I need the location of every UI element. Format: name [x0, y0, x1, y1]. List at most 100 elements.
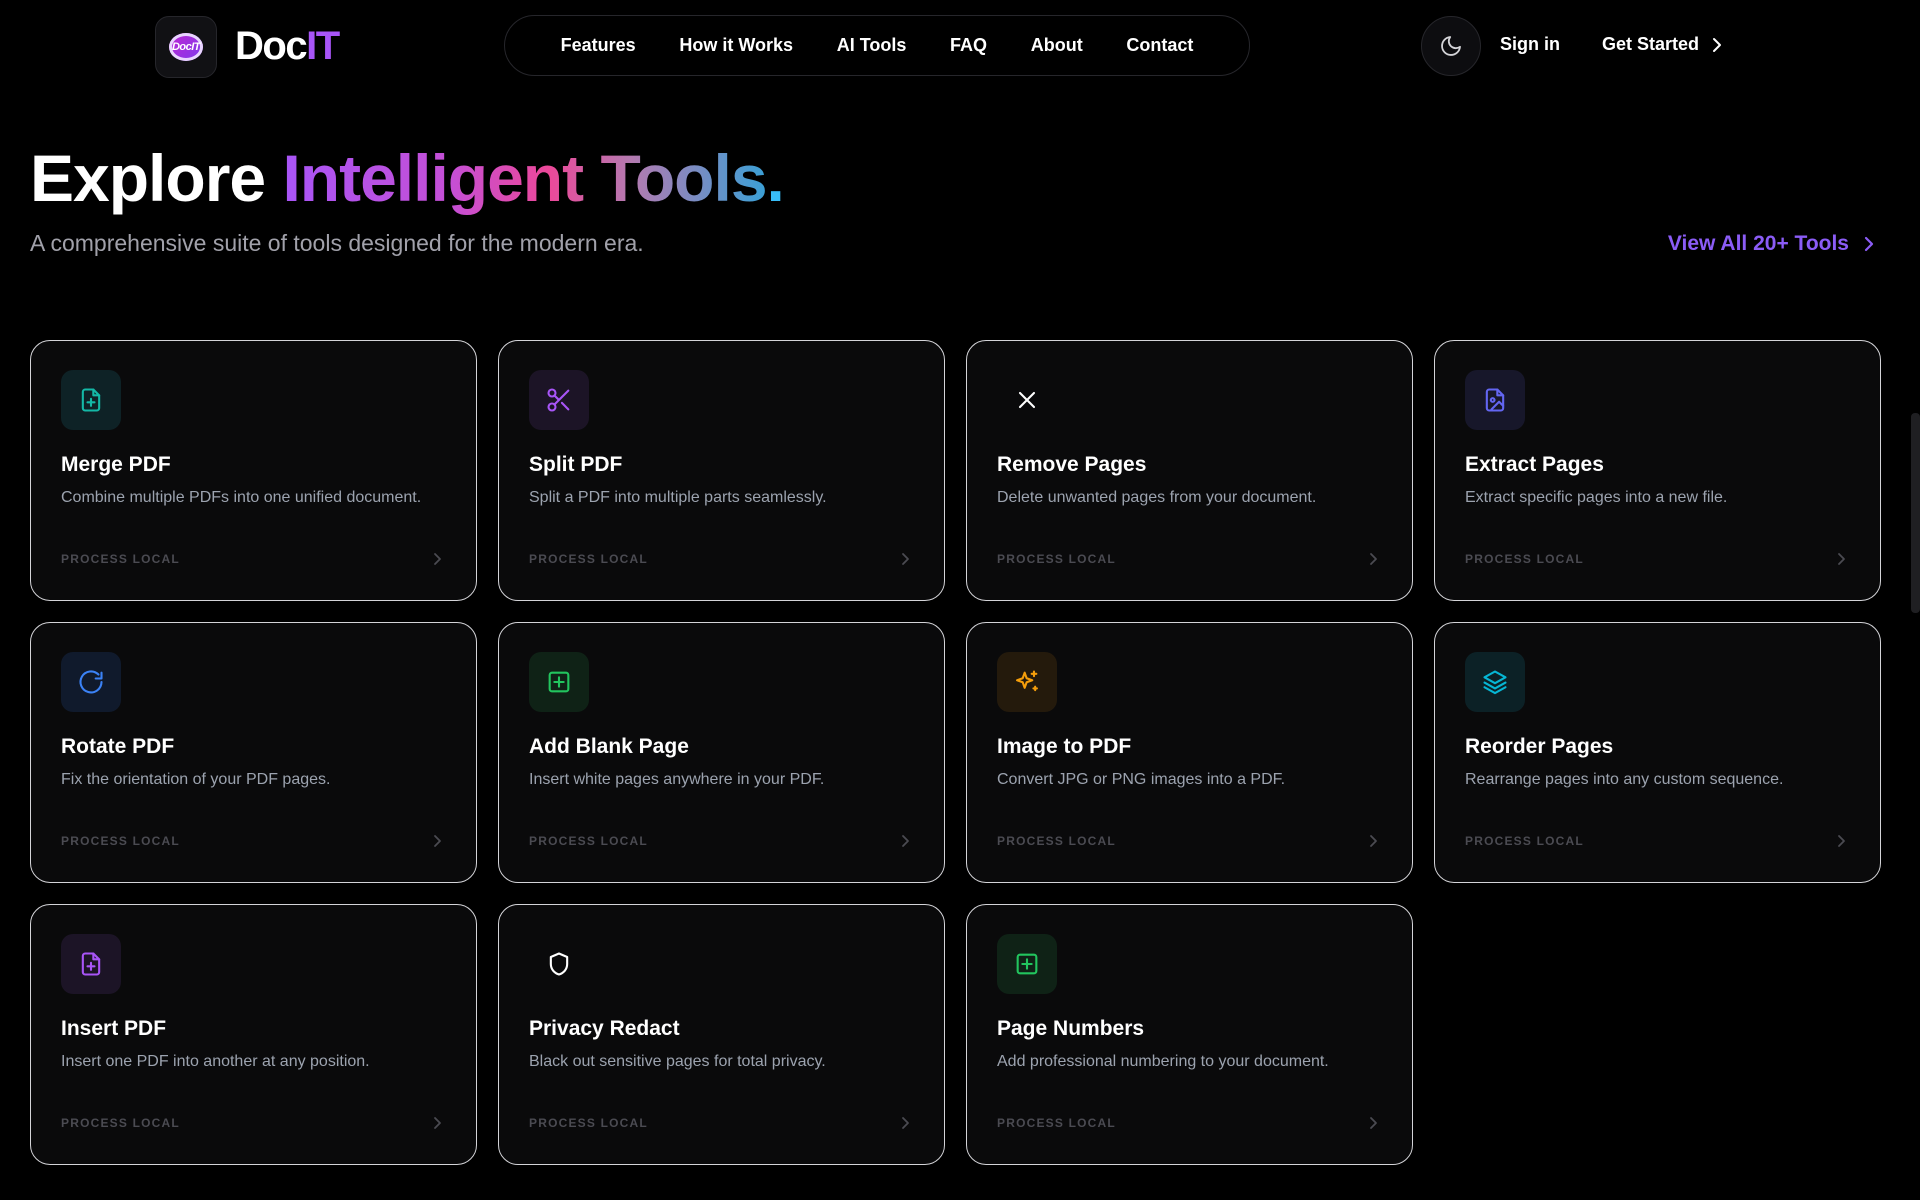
chevron-right-icon: [900, 552, 910, 571]
chevron-right-icon: [900, 1116, 910, 1135]
theme-toggle-button[interactable]: [1421, 16, 1481, 76]
tool-card-footer: PROCESS LOCAL: [997, 834, 1116, 848]
scrollbar-thumb[interactable]: [1911, 413, 1920, 613]
chevron-right-icon: [432, 834, 442, 853]
tool-card-remove-pages[interactable]: Remove Pages Delete unwanted pages from y…: [966, 340, 1413, 601]
icon-tile: [997, 652, 1057, 712]
tool-card-footer: PROCESS LOCAL: [529, 552, 648, 566]
view-all-label: View All 20+ Tools: [1667, 232, 1849, 255]
tool-card-description: Insert white pages anywhere in your PDF.: [529, 771, 825, 788]
signin-link[interactable]: Sign in: [1500, 34, 1560, 55]
tool-card-footer: PROCESS LOCAL: [1465, 552, 1584, 566]
tool-card-extract-pages[interactable]: Extract Pages Extract specific pages into…: [1434, 340, 1881, 601]
icon-tile: [997, 934, 1057, 994]
tool-card-title: Image to PDF: [997, 735, 1132, 758]
tool-card-footer: PROCESS LOCAL: [61, 1116, 180, 1130]
brand-name[interactable]: DocIT: [235, 22, 340, 70]
tools-grid: Merge PDF Combine multiple PDFs into one …: [30, 340, 1881, 1165]
tool-card-footer: PROCESS LOCAL: [61, 834, 180, 848]
chevron-right-icon: [432, 1116, 442, 1135]
tool-card-footer: PROCESS LOCAL: [997, 1116, 1116, 1130]
scissors-icon: [547, 388, 570, 412]
tool-card-description: Delete unwanted pages from your document…: [997, 489, 1317, 506]
brand-name-part1: Doc: [235, 24, 308, 68]
tool-card-description: Extract specific pages into a new file.: [1465, 489, 1728, 506]
nav-contact[interactable]: Contact: [1126, 35, 1193, 56]
logo-icon: DocIT: [169, 33, 203, 61]
nav-features[interactable]: Features: [561, 35, 636, 56]
file-image-icon: [1485, 388, 1505, 412]
tool-card-title: Rotate PDF: [61, 735, 175, 758]
tool-card-description: Add professional numbering to your docum…: [997, 1053, 1329, 1070]
tool-card-rotate-pdf[interactable]: Rotate PDF Fix the orientation of your PD…: [30, 622, 477, 883]
brand-name-part2: IT: [306, 24, 340, 68]
chevron-right-icon: [900, 834, 910, 853]
icon-tile: [997, 370, 1057, 430]
file-plus-icon: [81, 388, 101, 412]
page-subtitle: A comprehensive suite of tools designed …: [30, 230, 644, 256]
tool-card-title: Merge PDF: [61, 453, 171, 476]
tool-card-footer: PROCESS LOCAL: [529, 834, 648, 848]
tool-card-description: Insert one PDF into another at any posit…: [61, 1053, 370, 1070]
icon-tile: [61, 370, 121, 430]
page-title: Explore Intelligent Tools.: [30, 138, 785, 218]
nav-about[interactable]: About: [1031, 35, 1083, 56]
tool-card-description: Black out sensitive pages for total priv…: [529, 1053, 826, 1070]
chevron-right-icon: [1368, 552, 1378, 571]
square-plus-icon: [1016, 953, 1038, 975]
rotate-icon: [79, 670, 103, 694]
icon-tile: [529, 370, 589, 430]
view-all-tools-link[interactable]: View All 20+ Tools: [1668, 232, 1875, 256]
icon-tile: [1465, 652, 1525, 712]
tool-card-description: Fix the orientation of your PDF pages.: [61, 771, 331, 788]
title-dot: .: [766, 141, 785, 215]
icon-tile: [529, 652, 589, 712]
tool-card-description: Combine multiple PDFs into one unified d…: [61, 489, 422, 506]
tool-card-description: Convert JPG or PNG images into a PDF.: [997, 771, 1286, 788]
title-gradient: Intelligent Tools: [282, 141, 767, 215]
tool-card-split-pdf[interactable]: Split PDF Split a PDF into multiple parts…: [498, 340, 945, 601]
tool-card-description: Rearrange pages into any custom sequence…: [1465, 771, 1784, 788]
tool-card-page-numbers[interactable]: Page Numbers Add professional numbering t…: [966, 904, 1413, 1165]
chevron-right-icon: [1368, 1116, 1378, 1135]
tool-card-title: Page Numbers: [997, 1017, 1145, 1040]
nav-faq[interactable]: FAQ: [950, 35, 987, 56]
tool-card-merge-pdf[interactable]: Merge PDF Combine multiple PDFs into one …: [30, 340, 477, 601]
nav-how-it-works[interactable]: How it Works: [679, 35, 793, 56]
x-icon: [1018, 391, 1036, 409]
tool-card-title: Insert PDF: [61, 1017, 167, 1040]
tool-card-title: Privacy Redact: [529, 1017, 680, 1040]
tool-card-image-to-pdf[interactable]: Image to PDF Convert JPG or PNG images in…: [966, 622, 1413, 883]
file-plus-icon: [81, 952, 101, 976]
icon-tile: [61, 934, 121, 994]
chevron-right-icon: [1864, 236, 1874, 252]
tool-card-title: Reorder Pages: [1465, 735, 1614, 758]
sparkles-icon: [1016, 670, 1038, 692]
nav-ai-tools[interactable]: AI Tools: [837, 35, 907, 56]
main-nav: Features How it Works AI Tools FAQ About…: [504, 15, 1250, 76]
square-plus-icon: [548, 671, 570, 693]
tool-card-insert-pdf[interactable]: Insert PDF Insert one PDF into another at…: [30, 904, 477, 1165]
tool-card-title: Split PDF: [529, 453, 623, 476]
tool-card-title: Extract Pages: [1465, 453, 1604, 476]
tool-card-description: Split a PDF into multiple parts seamless…: [529, 489, 827, 506]
tool-card-footer: PROCESS LOCAL: [997, 552, 1116, 566]
icon-tile: [529, 934, 589, 994]
tool-card-title: Remove Pages: [997, 453, 1147, 476]
chevron-right-icon: [432, 552, 442, 571]
chevron-right-icon: [1836, 552, 1846, 571]
logo-button[interactable]: DocIT: [155, 16, 217, 78]
get-started-label: Get Started: [1602, 34, 1700, 54]
moon-icon: [1441, 36, 1461, 56]
chevron-right-icon: [1713, 37, 1722, 52]
tool-card-footer: PROCESS LOCAL: [1465, 834, 1584, 848]
shield-icon: [549, 952, 569, 976]
tool-card-privacy-redact[interactable]: Privacy Redact Black out sensitive pages …: [498, 904, 945, 1165]
icon-tile: [1465, 370, 1525, 430]
tool-card-reorder-pages[interactable]: Reorder Pages Rearrange pages into any cu…: [1434, 622, 1881, 883]
chevron-right-icon: [1836, 834, 1846, 853]
title-plain: Explore: [30, 141, 283, 215]
get-started-button[interactable]: Get Started: [1602, 34, 1723, 55]
icon-tile: [61, 652, 121, 712]
tool-card-add-blank-page[interactable]: Add Blank Page Insert white pages anywher…: [498, 622, 945, 883]
